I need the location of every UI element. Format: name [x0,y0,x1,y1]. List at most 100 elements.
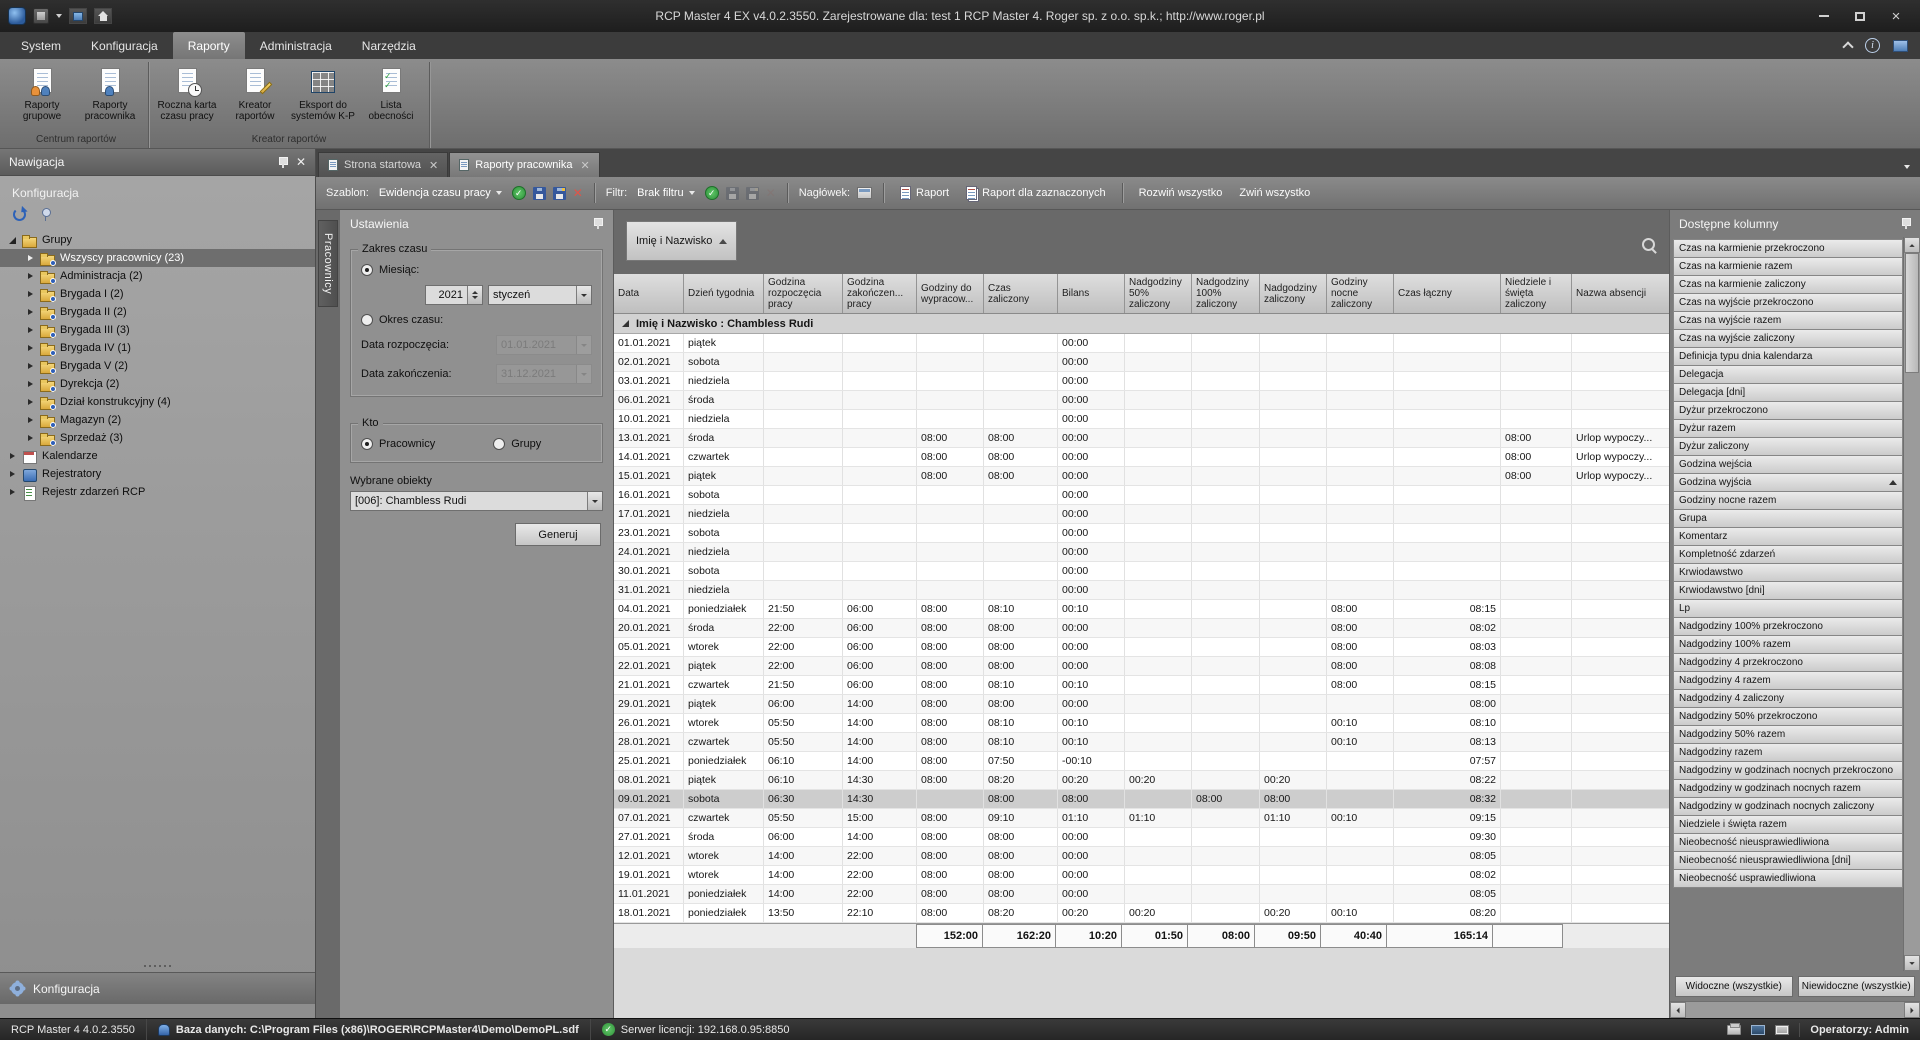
tree-item[interactable]: Brygada II (2) [0,303,315,321]
tree-item[interactable]: Wszyscy pracownicy (23) [0,249,315,267]
table-row[interactable]: 13.01.2021środa08:0008:0000:0008:00Urlop… [614,429,1669,448]
table-row[interactable]: 27.01.2021środa06:0014:0008:0008:0000:00… [614,828,1669,847]
pin-icon[interactable] [593,217,603,230]
tree-item[interactable]: Dyrekcja (2) [0,375,315,393]
table-row[interactable]: 06.01.2021środa00:00 [614,391,1669,410]
column-header[interactable]: Nadgodziny 100% zaliczony [1192,274,1260,313]
menu-tab-4[interactable]: Administracja [245,32,347,59]
tab-strona-startowa[interactable]: Strona startowa ✕ [318,152,448,177]
column-header[interactable]: Godziny nocne zaliczony [1327,274,1394,313]
table-row[interactable]: 16.01.2021sobota00:00 [614,486,1669,505]
raporty-grupowe-button[interactable]: Raporty grupowe [9,64,75,132]
available-column-item[interactable]: Nadgodziny 50% przekroczono [1673,707,1903,726]
selected-objects-select[interactable]: [006]: Chambless Rudi [350,491,603,511]
menu-tab-1[interactable]: System [6,32,76,59]
menu-tab-2[interactable]: Konfiguracja [76,32,173,59]
available-column-item[interactable]: Nadgodziny 100% przekroczono [1673,617,1903,636]
expand-icon[interactable] [26,434,35,443]
expand-icon[interactable] [26,290,35,299]
expand-icon[interactable] [26,416,35,425]
available-column-item[interactable]: Nadgodziny 4 razem [1673,671,1903,690]
scroll-left-icon[interactable] [1670,1002,1686,1018]
template-dropdown[interactable]: Ewidencja czasu pracy [376,185,505,201]
year-stepper[interactable]: 2021 [425,285,483,305]
available-column-item[interactable]: Krwiodawstwo [dni] [1673,581,1903,600]
expand-all-button[interactable]: Rozwiń wszystko [1134,184,1228,202]
table-row[interactable]: 17.01.2021niedziela00:00 [614,505,1669,524]
expand-icon[interactable] [8,470,17,479]
collapse-icon[interactable] [8,236,17,245]
close-panel-icon[interactable]: ✕ [296,155,306,169]
table-row[interactable]: 19.01.2021wtorek14:0022:0008:0008:0000:0… [614,866,1669,885]
group-row[interactable]: Imię i Nazwisko : Chambless Rudi [614,314,1669,334]
pin-icon[interactable] [278,156,288,169]
available-column-item[interactable]: Godzina wejścia [1673,455,1903,474]
home-button[interactable] [94,8,112,24]
expand-icon[interactable] [26,272,35,281]
tree-item[interactable]: Brygada V (2) [0,357,315,375]
table-row[interactable]: 22.01.2021piątek22:0006:0008:0008:0000:0… [614,657,1669,676]
delete-template-icon[interactable]: ✕ [573,187,583,199]
tree-item[interactable]: Dział konstrukcyjny (4) [0,393,315,411]
available-column-item[interactable]: Nieobecność nieusprawiedliwiona [1673,833,1903,852]
spinner-buttons[interactable] [467,286,482,304]
available-column-item[interactable]: Czas na karmienie razem [1673,257,1903,276]
column-header[interactable]: Godzina zakończen... pracy [843,274,917,313]
tree-item[interactable]: Kalendarze [0,447,315,465]
close-tab-icon[interactable]: ✕ [580,159,589,172]
expand-icon[interactable] [26,344,35,353]
minimize-button[interactable] [1806,3,1842,29]
available-column-item[interactable]: Dyżur zaliczony [1673,437,1903,456]
expand-icon[interactable] [26,254,35,263]
table-row[interactable]: 10.01.2021niedziela00:00 [614,410,1669,429]
available-column-item[interactable]: Nadgodziny w godzinach nocnych przekrocz… [1673,761,1903,780]
table-row[interactable]: 23.01.2021sobota00:00 [614,524,1669,543]
table-row[interactable]: 21.01.2021czwartek21:5006:0008:0008:1000… [614,676,1669,695]
column-header[interactable]: Czas łączny [1394,274,1501,313]
available-column-item[interactable]: Czas na wyjście zaliczony [1673,329,1903,348]
refresh-icon[interactable] [13,208,26,221]
close-button[interactable]: × [1878,3,1914,29]
table-row[interactable]: 18.01.2021poniedziałek13:5022:1008:0008:… [614,904,1669,923]
collapse-ribbon-icon[interactable] [1842,41,1853,52]
table-row[interactable]: 02.01.2021sobota00:00 [614,353,1669,372]
tab-list-dropdown-icon[interactable] [1904,156,1920,174]
tree-item[interactable]: Rejestratory [0,465,315,483]
scroll-right-icon[interactable] [1904,1002,1920,1018]
collapse-group-icon[interactable] [622,320,629,327]
scroll-down-icon[interactable] [1904,955,1920,971]
maximize-button[interactable] [1842,3,1878,29]
table-row[interactable]: 25.01.2021poniedziałek06:1014:0008:0007:… [614,752,1669,771]
table-row[interactable]: 04.01.2021poniedziałek21:5006:0008:0008:… [614,600,1669,619]
available-column-item[interactable]: Godziny nocne razem [1673,491,1903,510]
available-column-item[interactable]: Nadgodziny 4 przekroczono [1673,653,1903,672]
scroll-up-icon[interactable] [1904,237,1920,253]
report-selected-button[interactable]: Raport dla zaznaczonych [961,183,1111,203]
close-tab-icon[interactable]: ✕ [429,159,438,172]
available-column-item[interactable]: Delegacja [dni] [1673,383,1903,402]
generate-button[interactable]: Generuj [515,523,601,546]
vertical-scrollbar[interactable] [1903,237,1920,971]
month-radio[interactable] [361,264,373,276]
table-row[interactable]: 08.01.2021piątek06:1014:3008:0008:2000:2… [614,771,1669,790]
available-column-item[interactable]: Nadgodziny razem [1673,743,1903,762]
info-icon[interactable]: i [1865,38,1880,53]
table-row[interactable]: 05.01.2021wtorek22:0006:0008:0008:0000:0… [614,638,1669,657]
column-header[interactable]: Niedziele i święta zaliczony [1501,274,1572,313]
horizontal-scrollbar[interactable] [1670,1001,1920,1018]
available-column-item[interactable]: Nadgodziny 50% razem [1673,725,1903,744]
tree-item[interactable]: Administracja (2) [0,267,315,285]
kreator-raportow-button[interactable]: Kreator raportów [222,64,288,132]
column-header[interactable]: Dzień tygodnia [684,274,764,313]
apply-template-icon[interactable]: ✓ [512,186,526,200]
layout-panel-icon[interactable] [1893,40,1908,52]
table-icon[interactable] [1775,1025,1789,1035]
quick-access-dropdown-icon[interactable] [56,14,62,18]
lista-obecnosci-button[interactable]: ✓✓ Lista obecności [358,64,424,132]
available-column-item[interactable]: Nadgodziny w godzinach nocnych zaliczony [1673,797,1903,816]
monitor-icon[interactable] [1751,1025,1765,1035]
available-column-item[interactable]: Definicja typu dnia kalendarza [1673,347,1903,366]
filter-dropdown[interactable]: Brak filtru [634,185,697,201]
available-column-item[interactable]: Dyżur przekroczono [1673,401,1903,420]
tab-raporty-pracownika[interactable]: Raporty pracownika ✕ [449,152,599,177]
